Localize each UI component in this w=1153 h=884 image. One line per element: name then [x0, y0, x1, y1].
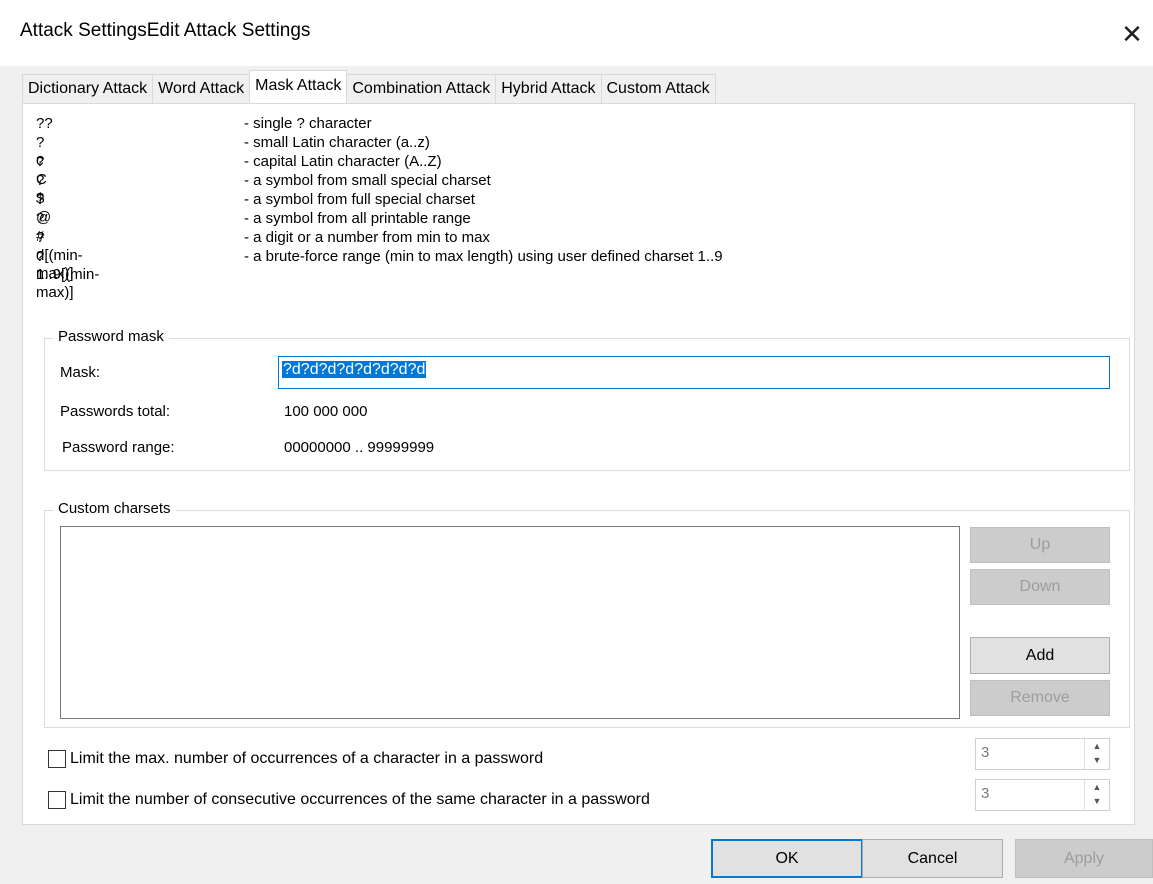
add-button[interactable]: Add: [970, 637, 1110, 674]
custom-charsets-group-title: Custom charsets: [53, 500, 176, 517]
legend-key: ??: [36, 115, 53, 132]
tab-word-attack[interactable]: Word Attack: [152, 74, 251, 103]
title-bar: Attack SettingsEdit Attack Settings ✕: [0, 0, 1153, 66]
mask-label: Mask:: [60, 364, 101, 381]
limit-max-occurrences-label: Limit the max. number of occurrences of …: [70, 750, 544, 767]
spin-down-icon[interactable]: ▼: [1085, 794, 1109, 808]
remove-button[interactable]: Remove: [970, 680, 1110, 716]
password-mask-group-title: Password mask: [53, 328, 169, 345]
limit-consecutive-label: Limit the number of consecutive occurren…: [70, 791, 650, 808]
ok-button[interactable]: OK: [711, 839, 863, 878]
passwords-total-label: Passwords total:: [60, 403, 171, 420]
legend-desc: - capital Latin character (A..Z): [244, 153, 442, 170]
legend-desc: - small Latin character (a..z): [244, 134, 430, 151]
consecutive-spinner[interactable]: 3 ▲ ▼: [975, 779, 1110, 811]
cancel-button[interactable]: Cancel: [862, 839, 1003, 878]
down-button[interactable]: Down: [970, 569, 1110, 605]
tab-mask-attack[interactable]: Mask Attack: [249, 70, 348, 103]
custom-charsets-list[interactable]: [60, 526, 960, 719]
spin-up-icon[interactable]: ▲: [1085, 780, 1109, 794]
passwords-total-value: 100 000 000: [284, 403, 368, 420]
limit-max-occurrences-checkbox[interactable]: [48, 750, 66, 768]
spinner-arrows[interactable]: ▲ ▼: [1084, 780, 1109, 810]
legend-key: ?1..9[(min-max)]: [36, 248, 100, 301]
spin-down-icon[interactable]: ▼: [1085, 753, 1109, 767]
window-title: Attack SettingsEdit Attack Settings: [20, 20, 311, 41]
password-range-value: 00000000 .. 99999999: [284, 439, 435, 456]
legend-desc: - a symbol from small special charset: [244, 172, 491, 189]
tab-combination-attack[interactable]: Combination Attack: [346, 74, 497, 103]
tab-strip: Dictionary Attack Word Attack Mask Attac…: [22, 70, 716, 103]
close-icon[interactable]: ✕: [1112, 14, 1152, 54]
up-button[interactable]: Up: [970, 527, 1110, 563]
spin-up-icon[interactable]: ▲: [1085, 739, 1109, 753]
legend-desc: - a symbol from full special charset: [244, 191, 475, 208]
max-occurrences-spinner[interactable]: 3 ▲ ▼: [975, 738, 1110, 770]
tab-custom-attack[interactable]: Custom Attack: [600, 74, 716, 103]
attack-settings-dialog: Attack SettingsEdit Attack Settings ✕ Di…: [0, 0, 1153, 884]
limit-consecutive-checkbox[interactable]: [48, 791, 66, 809]
password-range-label: Password range:: [62, 439, 175, 456]
legend-desc: - a brute-force range (min to max length…: [244, 248, 723, 265]
legend-desc: - a digit or a number from min to max: [244, 229, 490, 246]
mask-input[interactable]: ?d?d?d?d?d?d?d?d: [278, 356, 1110, 389]
apply-button[interactable]: Apply: [1015, 839, 1153, 878]
max-occurrences-value: 3: [981, 744, 990, 761]
consecutive-value: 3: [981, 785, 990, 802]
mask-input-value: ?d?d?d?d?d?d?d?d: [282, 361, 427, 378]
tab-hybrid-attack[interactable]: Hybrid Attack: [495, 74, 602, 103]
tab-dictionary-attack[interactable]: Dictionary Attack: [22, 74, 154, 103]
legend-desc: - a symbol from all printable range: [244, 210, 471, 227]
spinner-arrows[interactable]: ▲ ▼: [1084, 739, 1109, 769]
legend-desc: - single ? character: [244, 115, 372, 132]
